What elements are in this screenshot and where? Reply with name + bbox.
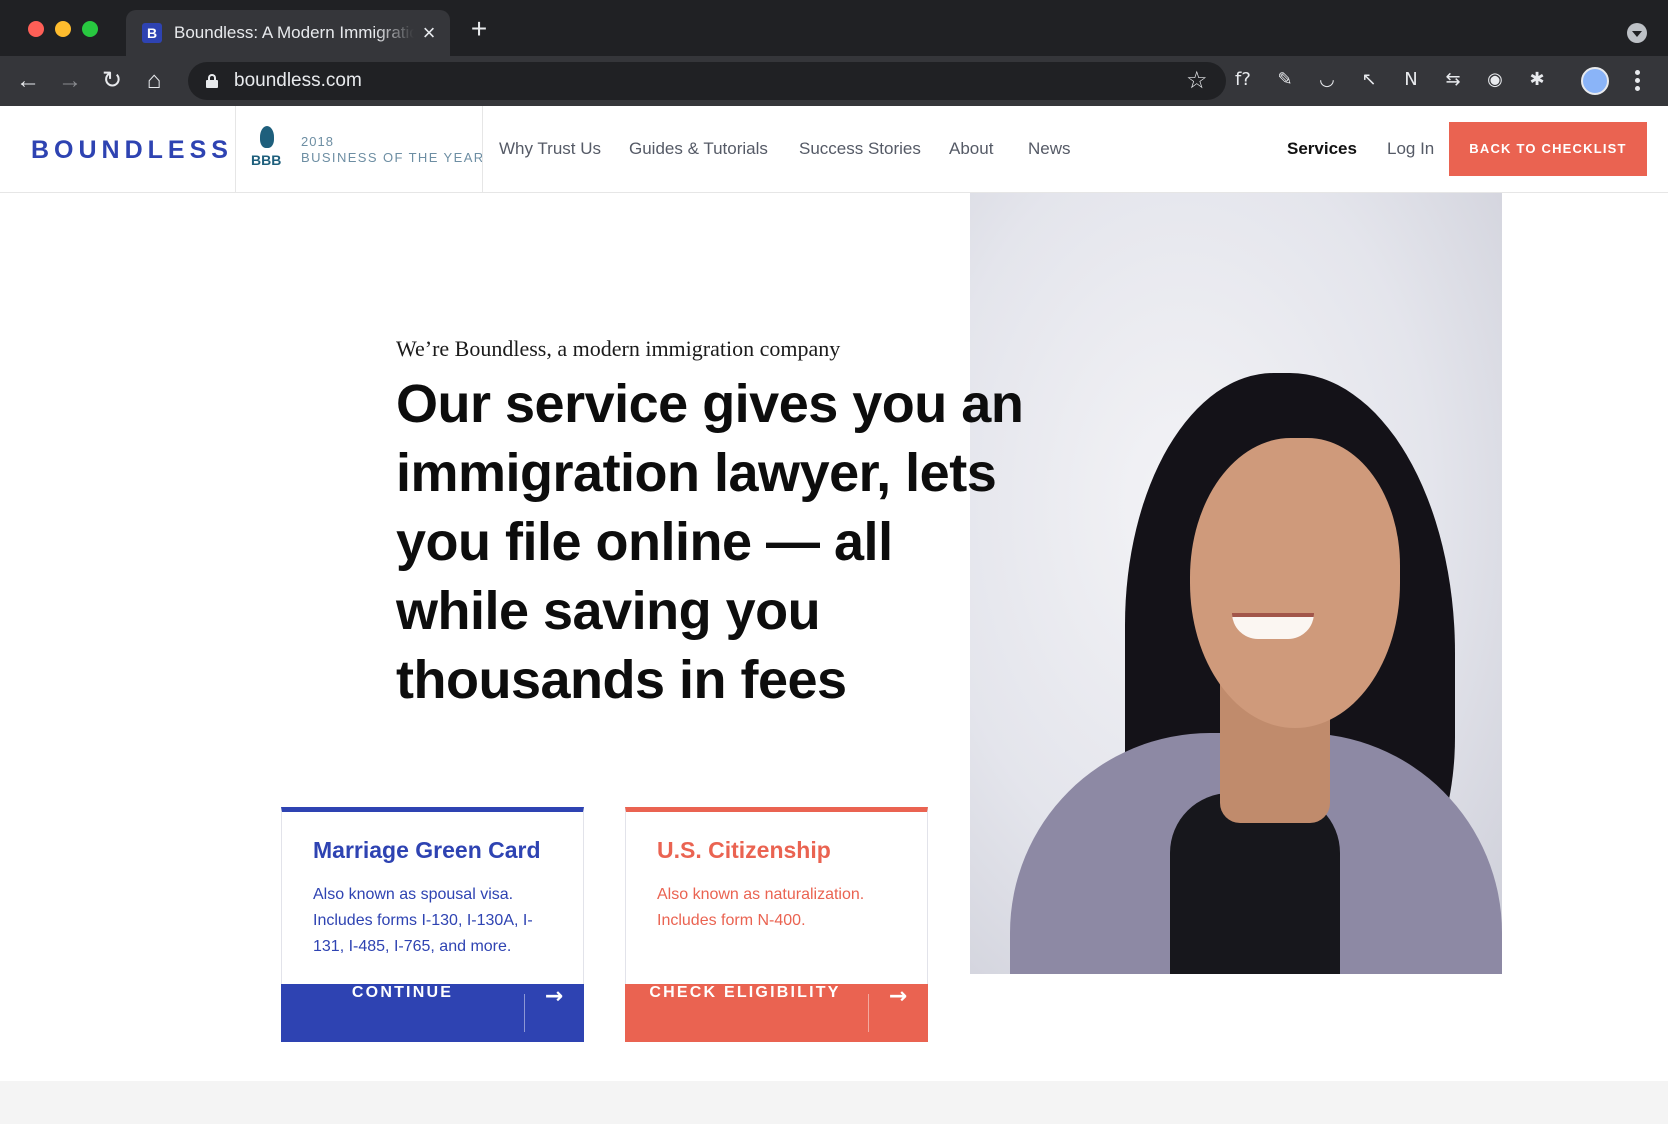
back-to-checklist-button[interactable]: BACK TO CHECKLIST [1449,122,1647,176]
lock-icon [206,74,218,88]
hero-eyebrow: We’re Boundless, a modern immigration co… [396,336,841,361]
url-text[interactable]: boundless.com [234,70,362,92]
boundless-logo[interactable]: BOUNDLESS [31,136,233,164]
home-icon[interactable]: ⌂ [141,68,167,94]
puzzle-icon[interactable]: ✱ [1523,66,1551,94]
back-icon[interactable]: ← [15,68,41,94]
card-title: U.S. Citizenship [657,837,831,863]
notion-icon[interactable]: N [1397,66,1425,94]
maximize-window-button[interactable] [82,21,98,37]
header-divider [235,106,236,193]
us-citizenship-card: U.S. Citizenship Also known as naturaliz… [625,807,928,1042]
cursor-extension-icon[interactable]: ↖ [1355,66,1383,94]
nav-why-trust-us[interactable]: Why Trust Us [499,138,601,160]
card-description: Also known as naturalization. Includes f… [657,886,865,929]
marriage-green-card-card: Marriage Green Card Also known as spousa… [281,807,584,1042]
tab-search-icon[interactable] [1627,23,1647,43]
camera-icon[interactable]: ◉ [1481,66,1509,94]
login-link[interactable]: Log In [1387,138,1434,160]
nav-services[interactable]: Services [1287,138,1357,160]
bbb-award-caption: BUSINESS OF THE YEAR [301,150,485,165]
bookmark-star-icon[interactable]: ☆ [1186,67,1208,95]
favicon-icon: B [142,23,162,43]
forward-icon[interactable]: → [57,68,83,94]
minimize-window-button[interactable] [55,21,71,37]
smile-extension-icon[interactable]: ◡ [1313,66,1341,94]
next-section-band [0,1081,1668,1124]
address-bar[interactable]: boundless.com ☆ [188,62,1226,100]
check-eligibility-button[interactable]: CHECK ELIGIBILITY → [625,984,928,1042]
nav-about[interactable]: About [949,138,993,160]
continue-button-label: CONTINUE [351,984,454,1001]
bbb-logo-icon: BBB [250,126,286,174]
tab-strip: B Boundless: A Modern Immigration × + [0,0,1668,56]
site-header: BOUNDLESS BBB 2018 BUSINESS OF THE YEAR … [0,106,1668,193]
arrow-right-icon: → [544,984,564,1009]
hero-portrait-photo [970,193,1502,974]
hero-headline: Our service gives you an immigration law… [396,374,1024,710]
arrow-right-icon: → [888,984,908,1009]
nav-guides-tutorials[interactable]: Guides & Tutorials [629,138,768,160]
link-extension-icon[interactable]: ⇆ [1439,66,1467,94]
reload-icon[interactable]: ↻ [99,68,125,94]
nav-news[interactable]: News [1028,138,1071,160]
profile-avatar[interactable] [1581,67,1609,95]
tab-title: Boundless: A Modern Immigration [174,23,414,42]
new-tab-button[interactable]: + [468,15,490,43]
browser-chrome: B Boundless: A Modern Immigration × + ← … [0,0,1668,106]
browser-menu-icon[interactable] [1634,68,1640,94]
continue-button[interactable]: CONTINUE → [281,984,584,1042]
pen-tool-icon[interactable]: ✎ [1271,66,1299,94]
close-tab-icon[interactable]: × [418,22,440,44]
font-ninja-icon[interactable]: f? [1229,66,1257,94]
bbb-award-year: 2018 [301,134,334,149]
header-divider [482,106,483,193]
bbb-mark-text: BBB [251,152,282,168]
card-title: Marriage Green Card [313,837,541,863]
check-eligibility-button-label: CHECK ELIGIBILITY [649,984,841,1001]
card-description: Also known as spousal visa. Includes for… [313,886,533,955]
browser-tab[interactable]: B Boundless: A Modern Immigration × [126,10,450,56]
nav-success-stories[interactable]: Success Stories [799,138,921,160]
close-window-button[interactable] [28,21,44,37]
